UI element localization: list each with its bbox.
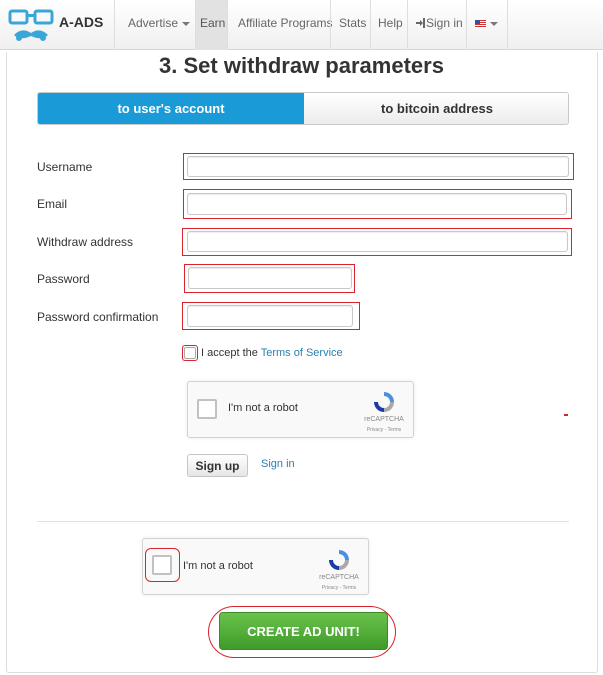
brand-logo[interactable] <box>8 5 54 45</box>
email-label: Email <box>37 197 68 211</box>
recaptcha-checkbox[interactable] <box>197 399 217 419</box>
recaptcha-label: I'm not a robot <box>228 402 298 414</box>
password-label: Password <box>37 272 90 286</box>
sign-in-link[interactable]: Sign in <box>261 458 295 470</box>
recaptcha-widget-bottom: I'm not a robot reCAPTCHA Privacy - Term… <box>142 538 369 595</box>
nav-affiliate-label: Affiliate Programs <box>238 16 333 30</box>
nav-help-label: Help <box>378 16 403 30</box>
recaptcha-brand: reCAPTCHA <box>364 416 404 423</box>
recaptcha-widget: I'm not a robot reCAPTCHA Privacy - Term… <box>187 381 414 438</box>
nav-divider <box>114 0 115 50</box>
us-flag-icon <box>475 19 486 28</box>
nav-earn-label: Earn <box>200 16 226 30</box>
language-selector[interactable] <box>467 0 506 50</box>
nav-sign-in[interactable]: Sign in <box>408 0 471 50</box>
chevron-down-icon <box>182 21 191 26</box>
password-field[interactable] <box>188 267 352 289</box>
nav-affiliate-programs[interactable]: Affiliate Programs <box>230 0 340 50</box>
recaptcha-logo-icon <box>329 550 349 570</box>
nav-advertise[interactable]: Advertise <box>120 0 198 50</box>
username-field[interactable] <box>187 156 569 177</box>
sign-up-button[interactable]: Sign up <box>187 454 248 477</box>
chevron-down-icon <box>490 21 498 26</box>
section-divider <box>37 521 569 522</box>
recaptcha-brand: reCAPTCHA <box>319 574 359 581</box>
recaptcha-privacy-terms[interactable]: Privacy - Terms <box>314 585 364 591</box>
red-mark <box>564 414 568 416</box>
create-ad-unit-button[interactable]: CREATE AD UNIT! <box>219 612 388 650</box>
nav-sign-in-label: Sign in <box>426 16 463 30</box>
recaptcha-label: I'm not a robot <box>183 560 253 572</box>
nav-divider <box>227 0 228 50</box>
withdraw-target-toggle: to user's account to bitcoin address <box>37 92 569 125</box>
nav-divider <box>507 0 508 50</box>
sign-in-icon <box>416 18 425 28</box>
recaptcha-checkbox[interactable] <box>152 555 172 575</box>
brand-name[interactable]: A-ADS <box>59 14 103 30</box>
terms-text: I accept the Terms of Service <box>201 347 343 359</box>
top-navbar: A-ADS Advertise Earn Affiliate Programs … <box>0 0 603 50</box>
nav-stats[interactable]: Stats <box>331 0 374 50</box>
terms-of-service-link[interactable]: Terms of Service <box>261 347 343 359</box>
withdraw-address-label: Withdraw address <box>37 235 134 249</box>
terms-checkbox[interactable] <box>184 347 196 359</box>
recaptcha-privacy-terms[interactable]: Privacy - Terms <box>359 427 409 433</box>
password-confirmation-field[interactable] <box>187 305 353 327</box>
nav-earn[interactable]: Earn <box>196 0 227 50</box>
nav-advertise-label: Advertise <box>128 16 179 30</box>
nav-stats-label: Stats <box>339 16 367 30</box>
page-title: 3. Set withdraw parameters <box>159 53 444 78</box>
username-label: Username <box>37 160 93 174</box>
recaptcha-logo-icon <box>374 392 394 412</box>
terms-prefix: I accept the <box>201 347 258 359</box>
glasses-mustache-logo-icon <box>8 9 54 41</box>
to-bitcoin-address-button[interactable]: to bitcoin address <box>304 93 568 124</box>
password-confirmation-label: Password confirmation <box>37 310 159 324</box>
to-user-account-button[interactable]: to user's account <box>38 93 304 124</box>
nav-help[interactable]: Help <box>370 0 411 50</box>
email-field[interactable] <box>187 193 567 215</box>
withdraw-address-field[interactable] <box>187 231 568 252</box>
